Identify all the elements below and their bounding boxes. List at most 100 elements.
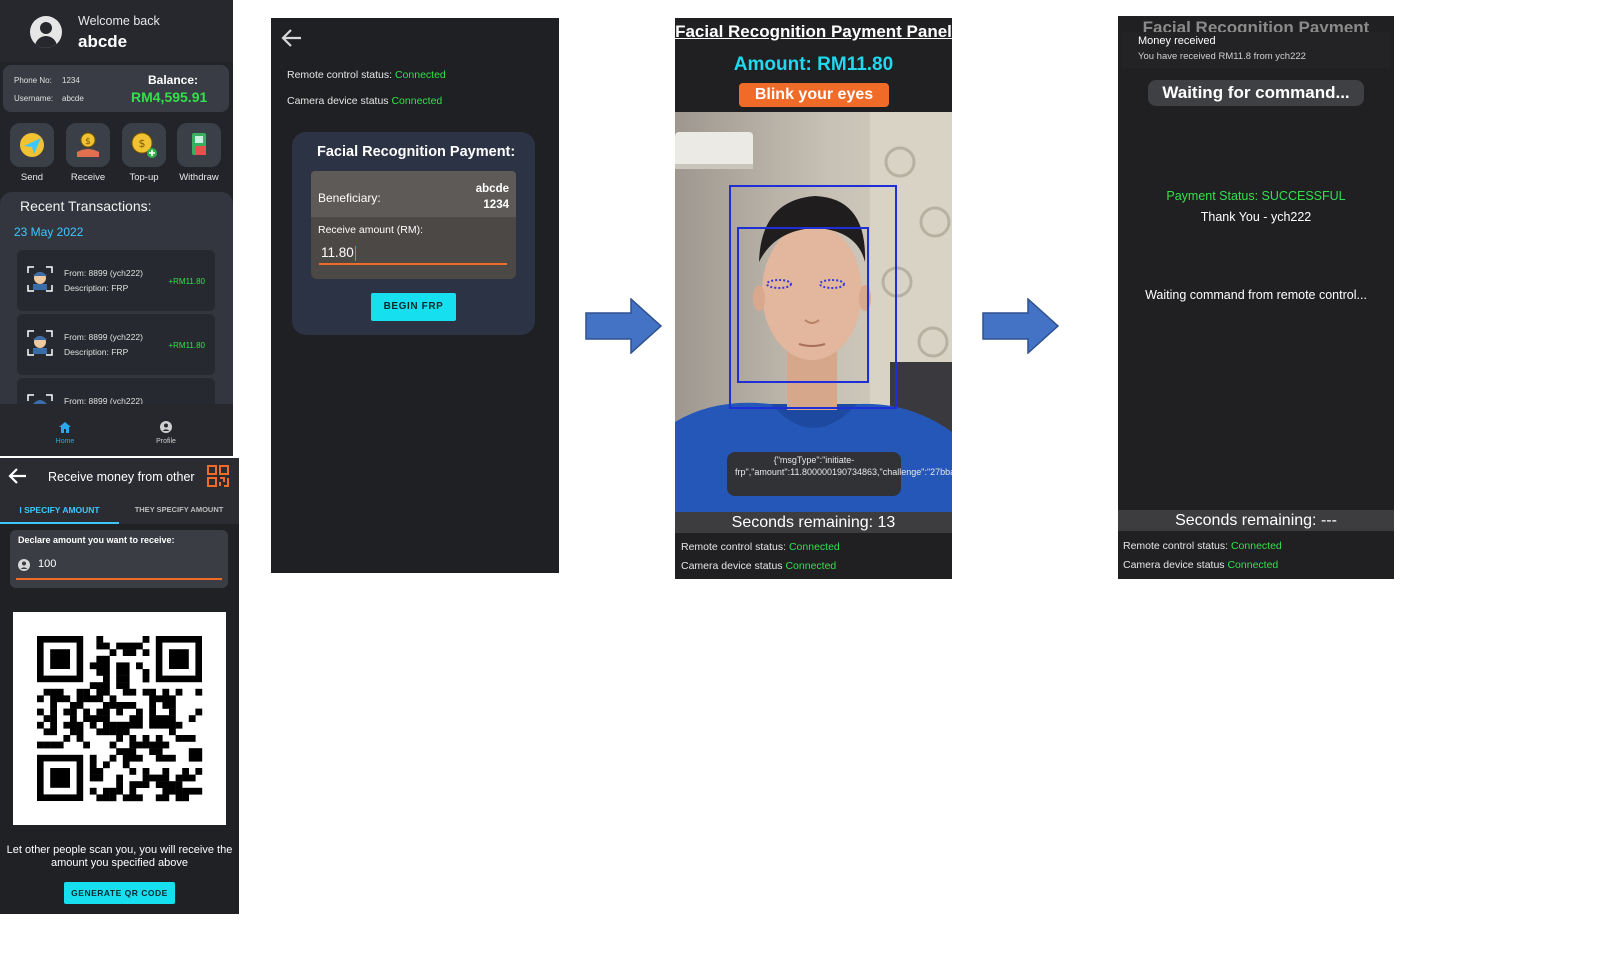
transaction-amount: +RM11.80	[168, 277, 205, 286]
flow-arrow-icon	[982, 298, 1060, 354]
back-button[interactable]	[281, 28, 303, 53]
phone-value: 1234	[62, 76, 80, 85]
scan-avatar-icon	[27, 266, 53, 292]
amount-underline	[319, 263, 507, 265]
receive-button[interactable]: $ Receive	[66, 123, 110, 183]
recent-transactions-title: Recent Transactions:	[20, 198, 152, 214]
send-button[interactable]: Send	[10, 123, 54, 183]
transaction-item[interactable]: From: 8899 (ych222) Description: FRP +RM…	[17, 314, 215, 375]
transaction-amount: +RM11.80	[168, 341, 205, 350]
profile-icon	[160, 421, 172, 433]
beneficiary-id: 1234	[483, 199, 509, 211]
camera-status-label: Camera device status	[681, 560, 783, 572]
beneficiary-name: abcde	[475, 183, 509, 195]
camera-status-value: Connected	[785, 560, 837, 572]
scan-avatar-icon	[27, 330, 53, 356]
svg-text:$: $	[85, 137, 91, 147]
beneficiary-label: Beneficiary:	[318, 191, 381, 205]
bottom-nav	[0, 404, 233, 456]
notification-title: Money received	[1138, 35, 1216, 47]
frp-success-screen: Facial Recognition Payment Panel Money r…	[1118, 16, 1394, 579]
panel-title: Facial Recognition Payment Panel	[675, 22, 952, 41]
waiting-for-command-banner: Waiting for command...	[1148, 80, 1364, 106]
username-label: Username:	[14, 94, 54, 103]
amount-input-underline	[16, 578, 222, 580]
camera-status-value: Connected	[391, 95, 443, 107]
remote-status-value: Connected	[394, 69, 446, 81]
username-value: abcde	[62, 94, 84, 103]
transaction-item[interactable]: From: 8899 (ych222) Description: FRP +RM…	[17, 250, 215, 311]
username-heading: abcde	[78, 32, 128, 51]
frp-form-screen: Remote control status: Connected Camera …	[271, 18, 559, 573]
waiting-remote-text: Waiting command from remote control...	[1145, 288, 1367, 302]
transaction-description: Description: FRP	[64, 347, 129, 357]
withdraw-button[interactable]: Withdraw	[177, 123, 221, 183]
flow-arrow-icon	[585, 298, 663, 354]
balance-value: RM4,595.91	[131, 89, 208, 105]
frp-message-bubble: {"msgType":"initiate-frp","amount":11.80…	[727, 452, 952, 496]
welcome-text: Welcome back	[78, 14, 160, 28]
nav-home[interactable]: Home	[50, 420, 80, 445]
scan-qr-button[interactable]	[206, 464, 230, 493]
notification-body: You have received RM11.8 from ych222	[1138, 51, 1306, 62]
seconds-remaining: Seconds remaining: ---	[1118, 510, 1394, 531]
scan-avatar-icon	[27, 394, 53, 404]
nav-profile[interactable]: Profile	[151, 420, 181, 445]
thank-you-text: Thank You - ych222	[1200, 210, 1312, 224]
remote-status-value: Connected	[1230, 540, 1282, 552]
paper-plane-icon	[10, 123, 54, 167]
atm-icon	[177, 123, 221, 167]
phone-label: Phone No:	[14, 76, 52, 85]
generate-qr-button[interactable]: GENERATE QR CODE	[64, 882, 175, 904]
seconds-remaining: Seconds remaining: 13	[675, 512, 952, 533]
payment-status: Payment Status: SUCCESSFUL	[1166, 189, 1346, 203]
nav-profile-label: Profile	[156, 438, 176, 445]
begin-frp-button[interactable]: BEGIN FRP	[371, 293, 456, 321]
avatar[interactable]	[30, 16, 62, 48]
tab-they-specify-amount[interactable]: THEY SPECIFY AMOUNT	[119, 496, 239, 524]
remote-status-label: Remote control status:	[1123, 540, 1229, 552]
declare-amount-label: Declare amount you want to receive:	[18, 535, 175, 545]
transaction-description: Description: FRP	[64, 283, 129, 293]
remote-status-value: Connected	[788, 541, 840, 553]
hand-coin-icon: $	[66, 123, 110, 167]
topup-label: Top-up	[129, 172, 159, 183]
transactions-date: 23 May 2022	[14, 225, 84, 239]
frp-card-title: Facial Recognition Payment:	[317, 144, 516, 160]
back-arrow-icon	[281, 29, 301, 47]
blink-instruction: Blink your eyes	[739, 83, 889, 107]
text-cursor	[355, 246, 356, 261]
camera-status-label: Camera device status	[287, 95, 389, 107]
scan-hint-text: Let other people scan you, you will rece…	[6, 844, 233, 869]
camera-status-label: Camera device status	[1123, 559, 1225, 571]
topup-button[interactable]: $ Top-up	[122, 123, 166, 183]
home-icon	[59, 422, 71, 433]
back-arrow-icon	[8, 468, 26, 484]
payment-amount: Amount: RM11.80	[733, 54, 894, 75]
amount-input[interactable]: 100	[38, 558, 56, 570]
qr-code	[13, 612, 226, 825]
receive-amount-input[interactable]: 11.80	[321, 245, 354, 260]
camera-status-value: Connected	[1227, 559, 1279, 571]
remote-status-label: Remote control status:	[287, 69, 393, 81]
withdraw-label: Withdraw	[179, 172, 219, 183]
receive-amount-label: Receive amount (RM):	[318, 224, 424, 236]
remote-status-label: Remote control status:	[681, 541, 787, 553]
frp-camera-screen: Facial Recognition Payment Panel Amount:…	[675, 18, 952, 579]
receive-title: Receive money from other	[48, 470, 195, 484]
receive-money-screen: Receive money from other I SPECIFY AMOUN…	[0, 458, 239, 914]
receive-label: Receive	[70, 172, 106, 183]
transaction-item[interactable]: From: 8899 (ych222)	[17, 378, 215, 404]
qr-scan-icon	[207, 465, 229, 487]
back-button[interactable]	[8, 467, 28, 490]
balance-label: Balance:	[148, 73, 199, 87]
user-circle-icon	[18, 558, 30, 576]
tab-i-specify-amount[interactable]: I SPECIFY AMOUNT	[0, 496, 119, 524]
transaction-from: From: 8899 (ych222)	[64, 332, 143, 342]
coin-plus-icon: $	[122, 123, 166, 167]
send-label: Send	[20, 172, 44, 183]
svg-text:$: $	[139, 137, 146, 150]
transaction-from: From: 8899 (ych222)	[64, 396, 143, 404]
transaction-from: From: 8899 (ych222)	[64, 268, 143, 278]
wallet-home-screen: Welcome back abcde Phone No: 1234 Userna…	[0, 0, 233, 456]
